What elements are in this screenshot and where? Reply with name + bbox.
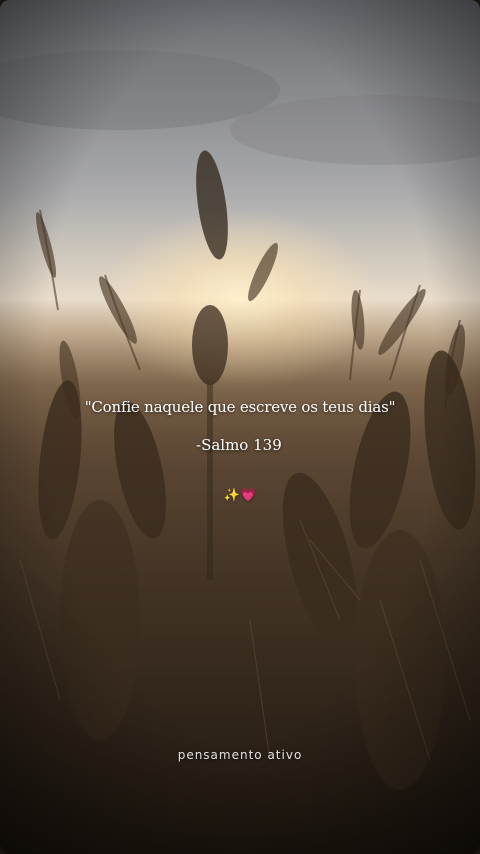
quote-reference: -Salmo 139 — [196, 436, 282, 454]
text-overlay: "Confie naquele que escreve os teus dias… — [0, 0, 480, 854]
quote-text: "Confie naquele que escreve os teus dias… — [84, 398, 396, 416]
story-frame: "Confie naquele que escreve os teus dias… — [0, 0, 480, 854]
sparkles-icon: ✨ — [223, 488, 240, 503]
pink-heart-icon: 💗 — [240, 488, 257, 503]
signature-watermark: pensamento ativo — [177, 748, 303, 762]
emoji-row: ✨💗 — [0, 488, 480, 503]
